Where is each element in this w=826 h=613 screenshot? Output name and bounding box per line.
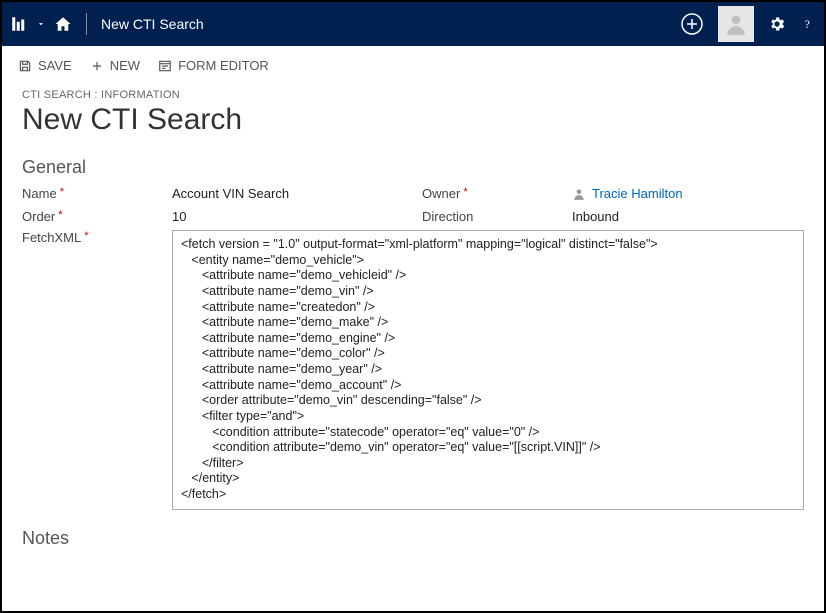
name-label: Name — [22, 186, 162, 201]
owner-field[interactable]: Tracie Hamilton — [572, 186, 822, 201]
form-editor-label: FORM EDITOR — [178, 58, 269, 73]
avatar[interactable] — [718, 6, 754, 42]
add-icon[interactable] — [680, 12, 704, 36]
save-label: SAVE — [38, 58, 72, 73]
save-button[interactable]: SAVE — [18, 58, 72, 73]
new-button[interactable]: NEW — [90, 58, 140, 73]
command-bar: SAVE NEW FORM EDITOR — [2, 46, 824, 83]
page-title: New CTI Search — [22, 103, 804, 137]
home-icon[interactable] — [54, 15, 72, 33]
logo-icon[interactable] — [10, 15, 28, 33]
form-grid: Name Account VIN Search Owner Tracie Ham… — [22, 186, 804, 224]
direction-field[interactable]: Inbound — [572, 209, 822, 224]
direction-label: Direction — [422, 209, 562, 224]
fetchxml-field[interactable]: <fetch version = "1.0" output-format="xm… — [172, 230, 804, 510]
gear-icon[interactable] — [768, 15, 786, 33]
form-editor-button[interactable]: FORM EDITOR — [158, 58, 269, 73]
top-bar: New CTI Search ? — [2, 2, 824, 46]
chevron-down-icon[interactable] — [36, 19, 46, 29]
separator — [86, 13, 87, 35]
owner-link[interactable]: Tracie Hamilton — [592, 186, 683, 201]
owner-label: Owner — [422, 186, 562, 201]
new-label: NEW — [110, 58, 140, 73]
name-field[interactable]: Account VIN Search — [172, 186, 412, 201]
help-icon[interactable]: ? — [800, 16, 816, 32]
order-field[interactable]: 10 — [172, 209, 412, 224]
fetchxml-label: FetchXML — [22, 230, 162, 510]
section-general: General — [22, 157, 804, 178]
breadcrumb: CTI SEARCH : INFORMATION — [22, 89, 804, 103]
order-label: Order — [22, 209, 162, 224]
person-icon — [572, 187, 586, 201]
topbar-title: New CTI Search — [101, 16, 204, 32]
svg-text:?: ? — [805, 17, 810, 31]
section-notes: Notes — [22, 528, 804, 549]
content: CTI SEARCH : INFORMATION New CTI Search … — [2, 83, 824, 577]
